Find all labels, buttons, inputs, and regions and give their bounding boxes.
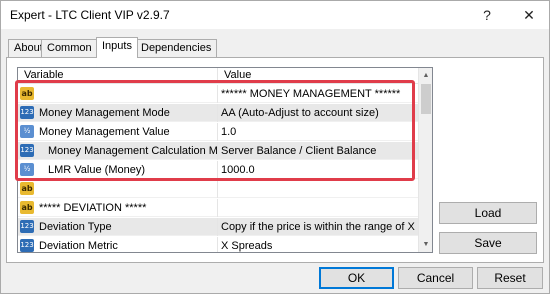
integer-icon: 123 [20,239,34,252]
variable-value[interactable]: 1.0 [218,123,418,141]
variable-name: Money Management Mode [39,107,170,119]
variable-value[interactable]: ****** MONEY MANAGEMENT ****** [218,85,418,103]
vertical-scrollbar[interactable]: ▲ ▼ [418,68,432,252]
variable-value[interactable]: AA (Auto-Adjust to account size) [218,104,418,122]
variable-name: Deviation Type [39,221,112,233]
double-icon: ½ [20,163,34,176]
integer-icon: 123 [20,106,34,119]
string-icon: ab [20,182,34,195]
cancel-button[interactable]: Cancel [398,267,473,289]
help-icon[interactable]: ? [473,4,501,26]
table-row[interactable]: ab ****** MONEY MANAGEMENT ****** [18,85,418,103]
variable-value[interactable]: Server Balance / Client Balance [218,142,418,160]
scroll-down-arrow-icon[interactable]: ▼ [419,238,432,252]
integer-icon: 123 [20,144,34,157]
variable-value[interactable] [218,180,418,198]
variable-name: Money Management Calculation M... [48,145,218,157]
table-row[interactable]: ab ***** DEVIATION ***** [18,199,418,217]
save-button[interactable]: Save [439,232,537,254]
table-row[interactable]: ab [18,180,418,198]
table-row[interactable]: 123 Money Management Mode AA (Auto-Adjust… [18,104,418,122]
column-header-variable[interactable]: Variable [18,68,218,84]
variable-name: Deviation Metric [39,240,118,252]
table-row[interactable]: ½ LMR Value (Money) 1000.0 [18,161,418,179]
reset-button[interactable]: Reset [477,267,543,289]
table-row[interactable]: 123 Money Management Calculation M... Ser… [18,142,418,160]
variable-name: Money Management Value [39,126,170,138]
window-title: Expert - LTC Client VIP v2.9.7 [10,8,170,22]
string-icon: ab [20,87,34,100]
table-row[interactable]: 123 Deviation Metric X Spreads [18,237,418,252]
variable-value[interactable] [218,199,418,217]
load-button[interactable]: Load [439,202,537,224]
expert-properties-dialog: Expert - LTC Client VIP v2.9.7 ? ✕ About… [0,0,550,294]
string-icon: ab [20,201,34,214]
variable-value[interactable]: 1000.0 [218,161,418,179]
variable-name: LMR Value (Money) [48,164,145,176]
close-icon[interactable]: ✕ [515,4,543,26]
column-header-value[interactable]: Value [218,68,418,84]
tab-dependencies[interactable]: Dependencies [135,39,218,57]
tab-inputs[interactable]: Inputs [96,37,138,58]
table-row[interactable]: 123 Deviation Type Copy if the price is w… [18,218,418,236]
title-bar: Expert - LTC Client VIP v2.9.7 ? ✕ [1,1,549,29]
table-header: Variable Value [18,68,418,84]
variable-value[interactable]: Copy if the price is within the range of… [218,218,418,236]
ok-button[interactable]: OK [319,267,394,289]
variable-name: ***** DEVIATION ***** [39,202,147,214]
double-icon: ½ [20,125,34,138]
scrollbar-thumb[interactable] [421,84,431,114]
variable-value[interactable]: X Spreads [218,237,418,252]
integer-icon: 123 [20,220,34,233]
tab-common[interactable]: Common [41,39,98,57]
table-row[interactable]: ½ Money Management Value 1.0 [18,123,418,141]
scroll-up-arrow-icon[interactable]: ▲ [419,69,432,83]
inputs-table: Variable Value ab ****** MONEY MANAGEMEN… [17,67,433,253]
